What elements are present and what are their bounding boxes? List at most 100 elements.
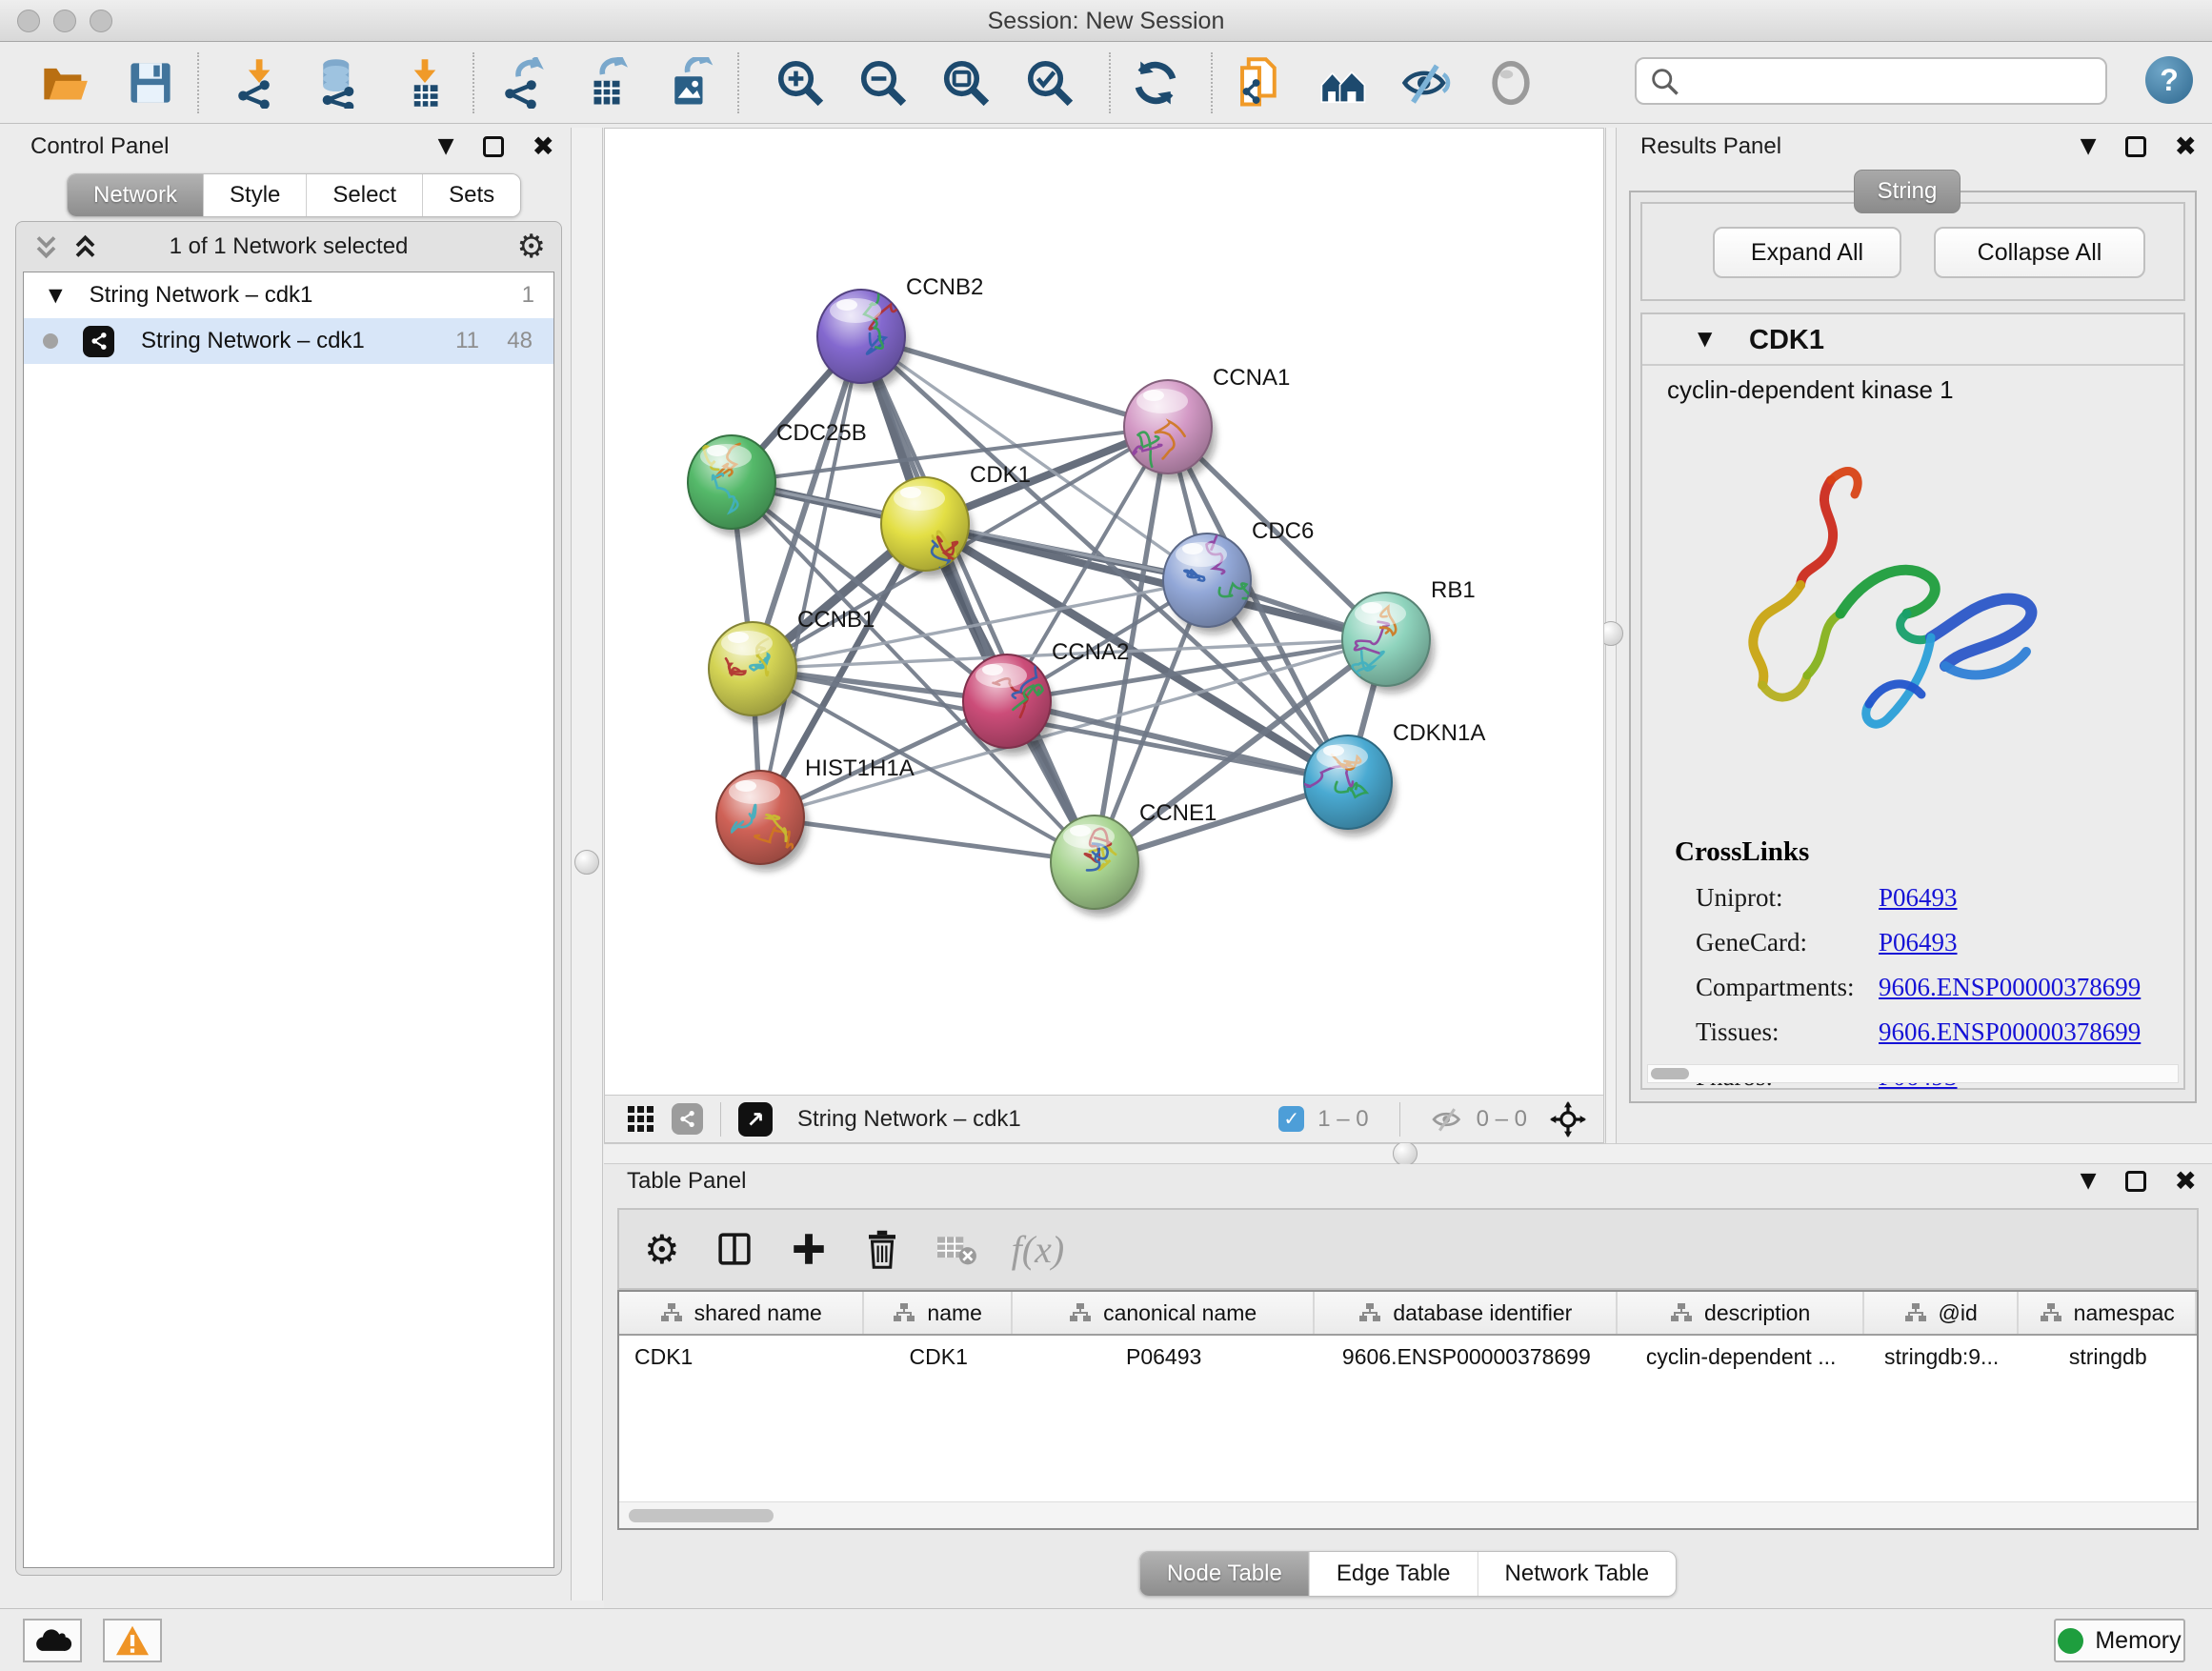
tab-node-table[interactable]: Node Table xyxy=(1140,1552,1310,1596)
column-header-namespac[interactable]: namespac xyxy=(2019,1292,2197,1334)
table-horizontal-scrollbar[interactable] xyxy=(619,1501,2197,1528)
open-file-button[interactable] xyxy=(38,54,91,111)
network-node-RB1[interactable] xyxy=(1342,593,1434,693)
tab-select[interactable]: Select xyxy=(307,174,423,216)
left-splitter[interactable] xyxy=(571,128,603,1601)
tab-network-table[interactable]: Network Table xyxy=(1478,1552,1677,1596)
export-image-button[interactable] xyxy=(663,54,716,111)
table-cell[interactable]: stringdb:9... xyxy=(1864,1336,2020,1378)
export-table-button[interactable] xyxy=(580,54,633,111)
zoom-in-button[interactable] xyxy=(774,54,827,111)
column-header--id[interactable]: @id xyxy=(1864,1292,2020,1334)
collapse-section-icon[interactable]: ▼ xyxy=(1698,327,1712,350)
network-edge-CCNB2-CCNE1[interactable] xyxy=(861,336,1095,862)
scrollbar-thumb[interactable] xyxy=(1651,1068,1689,1079)
network-node-CDK1[interactable] xyxy=(881,477,980,580)
show-columns-icon[interactable] xyxy=(714,1229,754,1269)
show-all-networks-button[interactable] xyxy=(1317,54,1371,111)
crosslink-link[interactable]: P06493 xyxy=(1879,928,1958,973)
protein-description: cyclin-dependent kinase 1 xyxy=(1667,375,1954,405)
right-splitter[interactable] xyxy=(1605,128,1617,1153)
protein-box-scrollbar[interactable] xyxy=(1647,1064,2179,1083)
panel-float-icon[interactable] xyxy=(2125,1171,2146,1192)
splitter-grip[interactable] xyxy=(574,850,599,875)
maximize-window-button[interactable] xyxy=(90,10,112,32)
export-network-button[interactable] xyxy=(498,54,552,111)
network-edge-HIST1H1A-CCNE1[interactable] xyxy=(760,817,1095,862)
table-settings-gear-icon[interactable]: ⚙ xyxy=(644,1226,680,1273)
protein-header[interactable]: ▼ CDK1 xyxy=(1642,314,2183,366)
panel-menu-icon[interactable]: ▼ xyxy=(438,133,454,160)
birdseye-view-icon[interactable] xyxy=(1550,1101,1586,1137)
collapse-all-button[interactable]: Collapse All xyxy=(1934,227,2145,278)
network-node-CDC25B[interactable] xyxy=(683,435,779,535)
table-cell[interactable]: CDK1 xyxy=(619,1336,864,1378)
table-cell[interactable]: P06493 xyxy=(1013,1336,1315,1378)
column-header-description[interactable]: description xyxy=(1618,1292,1863,1334)
table-row[interactable]: CDK1CDK1P064939606.ENSP00000378699cyclin… xyxy=(619,1336,2197,1378)
copy-network-button[interactable] xyxy=(1233,54,1286,111)
crosslink-link[interactable]: P06493 xyxy=(1879,883,1958,928)
table-cell[interactable]: 9606.ENSP00000378699 xyxy=(1315,1336,1618,1378)
network-edge-CCNB2-HIST1H1A[interactable] xyxy=(760,336,861,817)
help-button[interactable]: ? xyxy=(2145,56,2193,104)
column-header-database-identifier[interactable]: database identifier xyxy=(1315,1292,1618,1334)
gear-icon[interactable]: ⚙ xyxy=(517,228,546,266)
table-cell[interactable]: cyclin-dependent ... xyxy=(1618,1336,1863,1378)
tab-network[interactable]: Network xyxy=(68,174,204,216)
network-node-CDC6[interactable] xyxy=(1163,534,1255,634)
crosslink-link[interactable]: 9606.ENSP00000378699 xyxy=(1879,973,2141,1017)
table-cell[interactable]: CDK1 xyxy=(864,1336,1013,1378)
panel-menu-icon[interactable]: ▼ xyxy=(2081,1168,2097,1195)
network-badge-icon[interactable] xyxy=(672,1103,703,1135)
panel-close-icon[interactable]: ✖ xyxy=(2175,1168,2197,1195)
import-network-from-database-button[interactable] xyxy=(312,54,365,111)
zoom-selected-button[interactable] xyxy=(1023,54,1076,111)
table-cell[interactable]: stringdb xyxy=(2019,1336,2197,1378)
panel-float-icon[interactable] xyxy=(2125,136,2146,157)
tab-style[interactable]: Style xyxy=(204,174,307,216)
crosslink-item: Tissues:9606.ENSP00000378699 xyxy=(1675,1017,2168,1062)
column-header-name[interactable]: name xyxy=(864,1292,1013,1334)
panel-float-icon[interactable] xyxy=(483,136,504,157)
close-window-button[interactable] xyxy=(17,10,40,32)
tree-expand-icon[interactable]: ▼ xyxy=(49,285,63,306)
tab-edge-table[interactable]: Edge Table xyxy=(1310,1552,1478,1596)
network-node-HIST1H1A[interactable] xyxy=(716,771,808,871)
splitter-grip[interactable] xyxy=(1393,1141,1418,1166)
memory-button[interactable]: Memory xyxy=(2054,1619,2185,1662)
tab-sets[interactable]: Sets xyxy=(423,174,520,216)
zoom-fit-button[interactable] xyxy=(939,54,993,111)
search-input[interactable] xyxy=(1680,59,2105,103)
tab-string[interactable]: String xyxy=(1854,170,1961,213)
zoom-out-button[interactable] xyxy=(856,54,910,111)
network-node-CCNA1[interactable] xyxy=(1115,380,1216,485)
crosslink-link[interactable]: 9606.ENSP00000378699 xyxy=(1879,1017,2141,1062)
panel-close-icon[interactable]: ✖ xyxy=(533,133,554,160)
import-table-button[interactable] xyxy=(398,54,452,111)
network-collection-row[interactable]: ▼ String Network – cdk1 1 xyxy=(24,272,553,318)
hide-selected-button[interactable] xyxy=(1399,54,1453,111)
add-column-icon[interactable] xyxy=(789,1229,829,1269)
column-header-canonical-name[interactable]: canonical name xyxy=(1013,1292,1315,1334)
network-row-selected[interactable]: String Network – cdk1 11 48 xyxy=(24,318,553,364)
cloud-button[interactable] xyxy=(23,1619,82,1662)
panel-menu-icon[interactable]: ▼ xyxy=(2081,133,2097,160)
delete-trash-icon[interactable] xyxy=(863,1229,901,1269)
minimize-window-button[interactable] xyxy=(53,10,76,32)
crosslink-item: GeneCard:P06493 xyxy=(1675,928,2168,973)
grid-view-icon[interactable] xyxy=(626,1104,656,1135)
detach-view-icon[interactable] xyxy=(738,1102,773,1137)
panel-close-icon[interactable]: ✖ xyxy=(2175,133,2197,160)
show-hidden-button[interactable] xyxy=(1484,54,1538,111)
apply-layout-button[interactable] xyxy=(1129,54,1182,111)
network-canvas[interactable]: CCNB2CCNA1CDC25BCDK1CDC6RB1CCNB1CCNA2CDK… xyxy=(605,129,1603,1095)
column-header-shared-name[interactable]: shared name xyxy=(619,1292,864,1334)
save-session-button[interactable] xyxy=(124,54,177,111)
import-network-button[interactable] xyxy=(231,54,285,111)
network-node-CCNE1[interactable] xyxy=(1051,815,1142,916)
selected-checkbox-icon[interactable]: ✓ xyxy=(1278,1106,1304,1132)
scrollbar-thumb[interactable] xyxy=(629,1509,774,1522)
expand-all-button[interactable]: Expand All xyxy=(1713,227,1901,278)
warnings-button[interactable] xyxy=(103,1619,162,1662)
